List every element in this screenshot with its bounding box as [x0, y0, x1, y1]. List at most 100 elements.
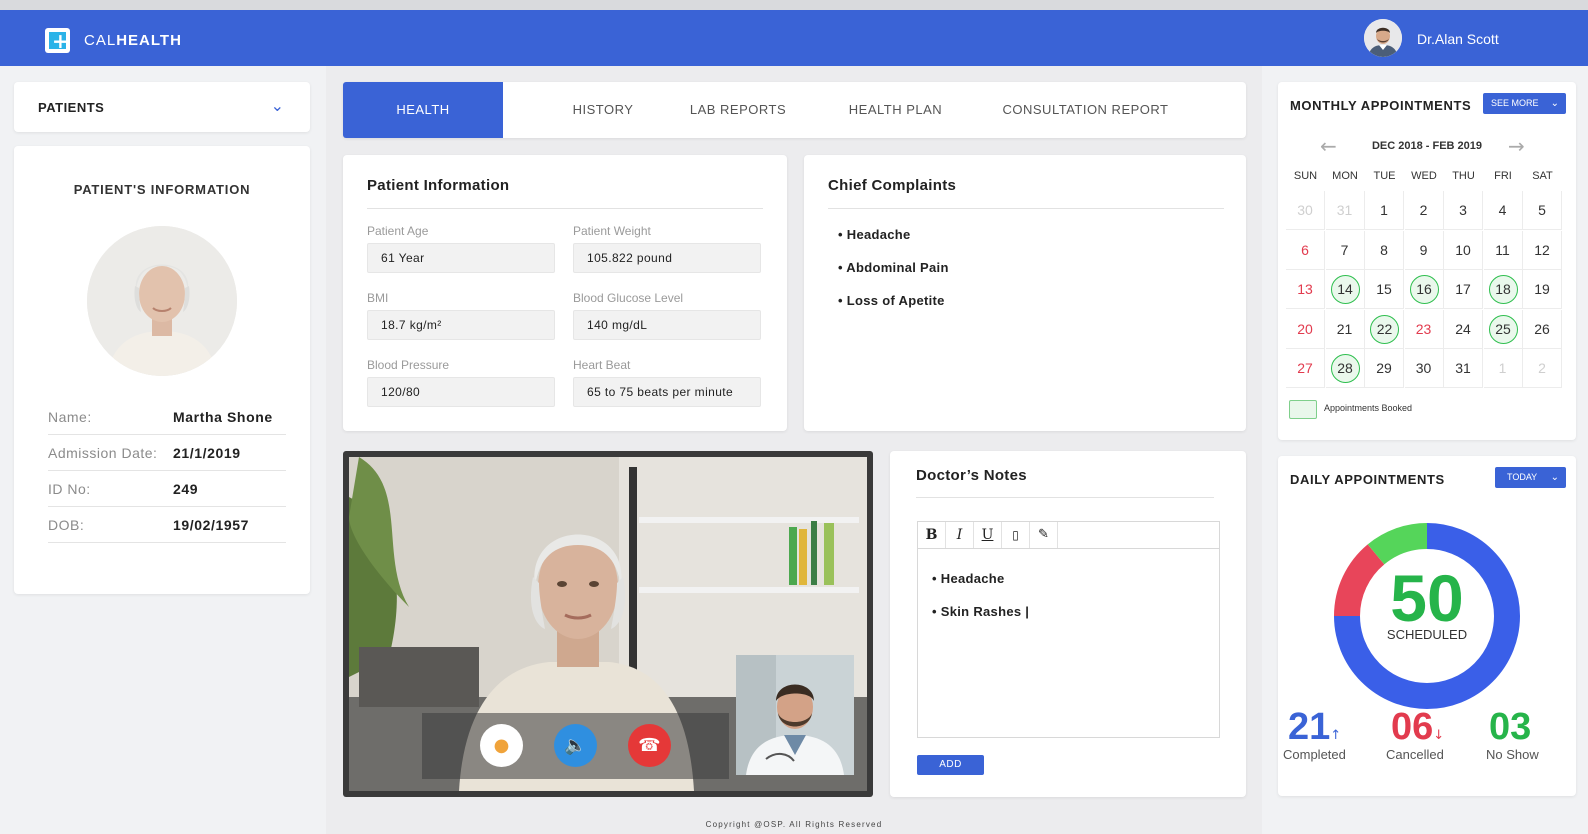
- calendar-day[interactable]: 20: [1286, 309, 1325, 349]
- mute-button[interactable]: ●: [480, 724, 523, 767]
- notes-editor[interactable]: • Headache • Skin Rashes |: [917, 548, 1220, 738]
- calendar-day[interactable]: 10: [1444, 230, 1483, 270]
- weekday-thu: THU: [1452, 170, 1475, 182]
- doctor-name[interactable]: Dr.Alan Scott: [1417, 31, 1499, 47]
- daily-appointments-title: DAILY APPOINTMENTS: [1290, 472, 1445, 487]
- divider: [916, 497, 1214, 498]
- weekday-tue: TUE: [1373, 170, 1396, 182]
- eraser-icon[interactable]: ▯: [1002, 522, 1030, 548]
- call-controls: ● 🔈 ☎: [422, 713, 729, 779]
- blood-pressure-label: Blood Pressure: [367, 358, 450, 372]
- doctor-avatar[interactable]: [1364, 19, 1402, 57]
- bmi-label: BMI: [367, 291, 389, 305]
- calendar-day[interactable]: 12: [1523, 230, 1562, 270]
- weekday-sat: SAT: [1532, 170, 1553, 182]
- weekday-mon: MON: [1332, 170, 1358, 182]
- add-button[interactable]: ADD: [917, 755, 984, 775]
- calendar-day[interactable]: 6: [1286, 230, 1325, 270]
- calendar-day[interactable]: 28: [1325, 349, 1365, 388]
- copyright-text: Copyright @OSP. All Rights Reserved: [705, 820, 883, 829]
- note-line: • Headache: [932, 571, 1005, 586]
- calendar-day[interactable]: 1: [1365, 191, 1404, 230]
- speaker-button[interactable]: 🔈: [554, 724, 597, 767]
- calendar-day[interactable]: 27: [1286, 349, 1325, 388]
- tab-history[interactable]: HISTORY: [553, 82, 653, 138]
- info-row-dob: DOB: 19/02/1957: [48, 507, 286, 543]
- calendar-day[interactable]: 30: [1404, 349, 1444, 388]
- divider: [367, 208, 763, 209]
- booked-day-marker: 18: [1488, 275, 1518, 304]
- cancelled-count: 06↓: [1391, 706, 1445, 748]
- patient-weight-field[interactable]: 105.822 pound: [573, 243, 761, 273]
- calendar-day[interactable]: 2: [1404, 191, 1444, 230]
- legend-swatch: [1289, 400, 1317, 419]
- italic-button[interactable]: I: [946, 522, 974, 548]
- calendar-day[interactable]: 8: [1365, 230, 1404, 270]
- calendar-day[interactable]: 21: [1325, 309, 1365, 349]
- end-call-button[interactable]: ☎: [628, 724, 671, 767]
- scheduled-count: 50: [1390, 561, 1464, 635]
- calendar-day[interactable]: 2: [1523, 349, 1562, 388]
- today-filter-button[interactable]: TODAY ⌄: [1495, 467, 1566, 488]
- calendar-day[interactable]: 26: [1523, 309, 1562, 349]
- calendar-day[interactable]: 9: [1404, 230, 1444, 270]
- monthly-appointments-card: MONTHLY APPOINTMENTS SEE MORE ⌄ ← DEC 201…: [1278, 82, 1576, 440]
- calendar-day[interactable]: 16: [1404, 270, 1444, 309]
- calendar-day[interactable]: 15: [1365, 270, 1404, 309]
- calendar-day[interactable]: 11: [1483, 230, 1523, 270]
- logo-icon: [45, 28, 70, 53]
- see-more-button[interactable]: SEE MORE ⌄: [1483, 93, 1566, 114]
- patients-dropdown-label: PATIENTS: [38, 100, 105, 115]
- booked-day-marker: 22: [1370, 314, 1399, 344]
- top-header: CALHEALTH Dr.Alan Scott: [0, 10, 1588, 66]
- info-row-name: Name: Martha Shone: [48, 399, 286, 435]
- calendar-day[interactable]: 1: [1483, 349, 1523, 388]
- calendar-day[interactable]: 30: [1286, 191, 1325, 230]
- complaint-item: • Abdominal Pain: [838, 260, 949, 275]
- patient-info-title: PATIENT'S INFORMATION: [73, 182, 251, 197]
- calendar-day[interactable]: 4: [1483, 191, 1523, 230]
- tab-lab-reports[interactable]: LAB REPORTS: [683, 82, 793, 138]
- calendar-day[interactable]: 31: [1444, 349, 1483, 388]
- no-show-count: 03: [1489, 706, 1532, 748]
- calendar-day[interactable]: 13: [1286, 270, 1325, 309]
- patient-age-field[interactable]: 61 Year: [367, 243, 555, 273]
- doctor-video-pip[interactable]: [736, 655, 854, 775]
- blood-pressure-field[interactable]: 120/80: [367, 377, 555, 407]
- pen-icon[interactable]: ✎: [1030, 522, 1058, 548]
- calendar-day[interactable]: 23: [1404, 309, 1444, 349]
- calendar-day[interactable]: 19: [1523, 270, 1562, 309]
- calendar-day[interactable]: 17: [1444, 270, 1483, 309]
- next-arrow-icon[interactable]: →: [1508, 134, 1525, 158]
- tab-health[interactable]: HEALTH: [343, 82, 503, 138]
- complaint-item: • Headache: [838, 227, 911, 242]
- calendar-day[interactable]: 18: [1483, 270, 1523, 309]
- patient-age-label: Patient Age: [367, 224, 429, 238]
- doctors-notes-title: Doctor’s Notes: [916, 467, 1027, 484]
- calendar-day[interactable]: 14: [1325, 270, 1365, 309]
- heart-beat-label: Heart Beat: [573, 358, 631, 372]
- scheduled-label: SCHEDULED: [1386, 627, 1468, 642]
- calendar-day[interactable]: 5: [1523, 191, 1562, 230]
- tab-consultation-report[interactable]: CONSULTATION REPORT: [993, 82, 1178, 138]
- calendar-day[interactable]: 3: [1444, 191, 1483, 230]
- calendar-day[interactable]: 29: [1365, 349, 1404, 388]
- chevron-down-icon[interactable]: ⌄: [271, 96, 284, 115]
- complaint-item: • Loss of Apetite: [838, 293, 945, 308]
- underline-button[interactable]: U: [974, 522, 1002, 548]
- monthly-appointments-title: MONTHLY APPOINTMENTS: [1290, 98, 1472, 113]
- note-line: • Skin Rashes |: [932, 604, 1030, 619]
- legend-label: Appointments Booked: [1324, 403, 1413, 413]
- calendar-day[interactable]: 25: [1483, 309, 1523, 349]
- bold-button[interactable]: B: [918, 522, 946, 548]
- calendar-day[interactable]: 24: [1444, 309, 1483, 349]
- calendar-day[interactable]: 22: [1365, 309, 1404, 349]
- brand-name[interactable]: CALHEALTH: [84, 32, 182, 49]
- tab-health-plan[interactable]: HEALTH PLAN: [838, 82, 953, 138]
- patients-dropdown[interactable]: PATIENTS ⌄: [14, 82, 310, 132]
- calendar-day[interactable]: 7: [1325, 230, 1365, 270]
- heart-beat-field[interactable]: 65 to 75 beats per minute: [573, 377, 761, 407]
- blood-glucose-field[interactable]: 140 mg/dL: [573, 310, 761, 340]
- bmi-field[interactable]: 18.7 kg/m²: [367, 310, 555, 340]
- calendar-day[interactable]: 31: [1325, 191, 1365, 230]
